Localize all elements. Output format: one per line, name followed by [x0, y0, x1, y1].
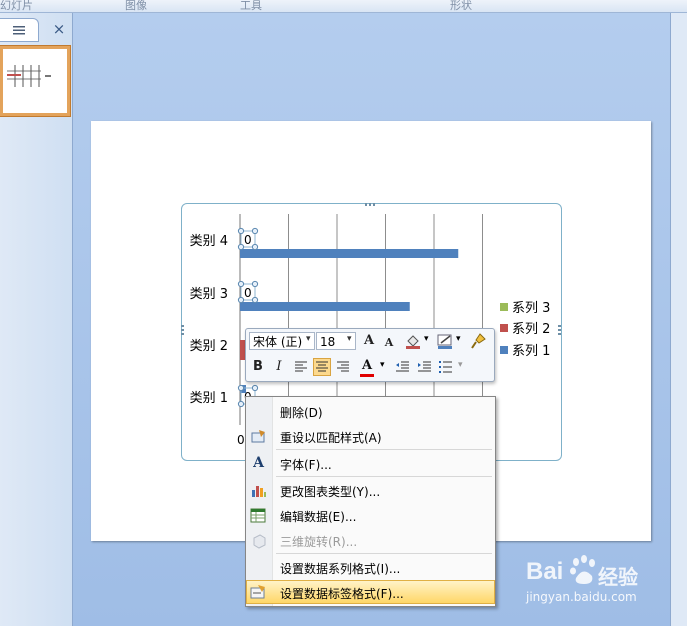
ribbon-group-tools[interactable]: 工具 [240, 0, 262, 13]
increase-indent-icon [418, 361, 431, 372]
menu-item-delete[interactable]: 删除(D) [246, 399, 495, 423]
ribbon-strip: 幻灯片 图像 工具 形状 [0, 0, 687, 13]
menu-separator [276, 449, 492, 450]
chart-left-resize-handle[interactable] [181, 325, 184, 337]
paint-bucket-icon [406, 335, 420, 349]
menu-item-label: 删除(D) [280, 406, 323, 420]
outline-tab[interactable] [0, 18, 39, 42]
chart-right-resize-handle[interactable] [558, 325, 561, 337]
slide-thumbnail[interactable] [0, 46, 70, 116]
menu-item-label: 重设以匹配样式(A) [280, 431, 382, 445]
ribbon-group-slides[interactable]: 幻灯片 [0, 0, 33, 13]
font-color-swatch [360, 374, 374, 377]
menu-item-font[interactable]: A 字体(F)... [246, 451, 495, 475]
ribbon-group-images[interactable]: 图像 [125, 0, 147, 13]
format-label-icon [250, 584, 267, 601]
menu-item-format-series[interactable]: 设置数据系列格式(I)... [246, 555, 495, 579]
font-icon: A [253, 455, 264, 471]
right-panel-edge [670, 13, 687, 626]
shrink-font-button[interactable]: A [380, 334, 398, 352]
menu-item-label: 更改图表类型(Y)... [280, 485, 381, 499]
menu-separator [276, 553, 492, 554]
menu-item-label: 编辑数据(E)... [280, 510, 357, 524]
font-name-dropdown-icon[interactable]: ▾ [306, 334, 311, 344]
grow-font-icon: A [363, 333, 375, 348]
decrease-indent-icon [396, 361, 409, 372]
font-color-icon: A [361, 358, 373, 373]
font-color-dropdown-icon[interactable]: ▾ [380, 360, 385, 370]
shrink-font-icon: A [384, 336, 394, 349]
menu-item-change-chart-type[interactable]: 更改图表类型(Y)... [246, 478, 495, 502]
ribbon-group-shapes[interactable]: 形状 [450, 0, 472, 13]
edit-data-icon [250, 507, 267, 524]
italic-button[interactable]: I [270, 358, 288, 376]
font-size-value: 18 [320, 335, 336, 349]
bullet-list-icon [439, 361, 452, 373]
rotate-3d-icon [250, 532, 267, 549]
highlight-fill-button[interactable] [404, 332, 422, 350]
menu-item-format-data-labels[interactable]: 设置数据标签格式(F)... [246, 580, 495, 604]
bold-icon: B [253, 359, 263, 374]
menu-item-reset-style[interactable]: 重设以匹配样式(A) [246, 424, 495, 448]
chart-type-icon [250, 482, 267, 499]
pen-icon [437, 334, 452, 349]
font-size-dropdown-icon[interactable]: ▾ [347, 334, 352, 344]
align-right-button[interactable] [334, 358, 352, 376]
outline-dropdown-icon[interactable]: ▾ [456, 334, 461, 344]
menu-item-label: 字体(F)... [280, 458, 332, 472]
font-color-button[interactable]: A [358, 357, 376, 375]
increase-indent-button[interactable] [415, 358, 433, 376]
align-left-icon [295, 361, 307, 372]
baidu-watermark: Bai 经验 jingyan.baidu.com [524, 552, 684, 612]
format-painter-button[interactable] [470, 332, 488, 350]
align-left-button[interactable] [292, 358, 310, 376]
fill-dropdown-icon[interactable]: ▾ [424, 334, 429, 344]
bold-button[interactable]: B [249, 358, 267, 376]
bullets-button[interactable] [437, 358, 455, 376]
bullets-dropdown-icon[interactable]: ▾ [458, 360, 463, 370]
chart-top-resize-handle[interactable] [365, 203, 377, 206]
menu-item-label: 设置数据系列格式(I)... [280, 562, 401, 576]
watermark-brand: Bai [526, 558, 564, 585]
format-painter-icon [471, 333, 486, 349]
menu-item-edit-data[interactable]: 编辑数据(E)... [246, 503, 495, 527]
outline-color-button[interactable] [436, 332, 454, 350]
close-icon[interactable]: × [50, 20, 68, 38]
align-center-button[interactable] [313, 358, 331, 376]
menu-item-3d-rotation[interactable]: 三维旋转(R)... [246, 528, 495, 552]
menu-item-label: 三维旋转(R)... [280, 535, 358, 549]
watermark-brand2: 经验 [598, 565, 638, 589]
menu-item-label: 设置数据标签格式(F)... [280, 587, 404, 601]
align-center-icon [316, 361, 328, 372]
mini-format-toolbar: 宋体 (正) ▾ 18 ▾ A A ▾ ▾ B I A ▾ ▾ [245, 328, 495, 382]
menu-separator [276, 476, 492, 477]
decrease-indent-button[interactable] [393, 358, 411, 376]
font-name-value: 宋体 (正) [253, 335, 303, 349]
grow-font-button[interactable]: A [360, 332, 378, 350]
reset-style-icon [250, 428, 267, 445]
italic-icon: I [276, 359, 282, 374]
watermark-url: jingyan.baidu.com [526, 590, 637, 604]
context-menu: 删除(D) 重设以匹配样式(A) A 字体(F)... 更改图表类型(Y)...… [245, 396, 496, 607]
outline-icon [13, 26, 25, 35]
align-right-icon [337, 361, 349, 372]
paw-icon [570, 555, 595, 584]
thumbnail-chart-preview [7, 65, 51, 87]
